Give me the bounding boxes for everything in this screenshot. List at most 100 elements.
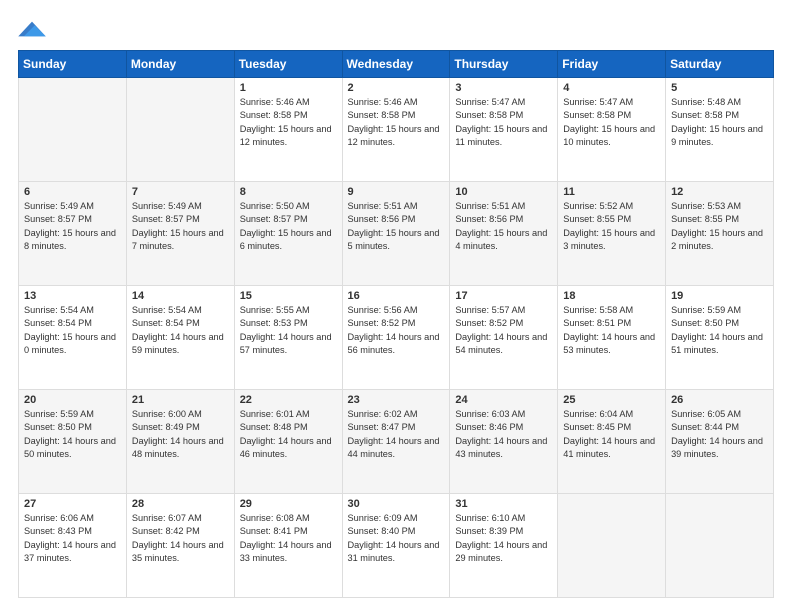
day-number: 25 <box>563 394 660 406</box>
day-number: 14 <box>132 290 229 302</box>
day-number: 8 <box>240 186 337 198</box>
weekday-header-saturday: Saturday <box>666 51 774 78</box>
day-number: 19 <box>671 290 768 302</box>
weekday-header-row: SundayMondayTuesdayWednesdayThursdayFrid… <box>19 51 774 78</box>
weekday-header-tuesday: Tuesday <box>234 51 342 78</box>
calendar-cell: 7Sunrise: 5:49 AMSunset: 8:57 PMDaylight… <box>126 182 234 286</box>
day-number: 24 <box>455 394 552 406</box>
calendar-cell: 29 Sunrise: 6:08 AMSunset: 8:41 PMDayligh… <box>234 494 342 598</box>
cell-info: Sunrise: 6:03 AMSunset: 8:46 PMDaylight:… <box>455 409 547 459</box>
week-row-0: 1Sunrise: 5:46 AMSunset: 8:58 PMDaylight… <box>19 78 774 182</box>
cell-info: Sunrise: 5:46 AMSunset: 8:58 PMDaylight:… <box>348 97 440 147</box>
day-number: 10 <box>455 186 552 198</box>
calendar-cell: 11 Sunrise: 5:52 AMSunset: 8:55 PMDayligh… <box>558 182 666 286</box>
header <box>18 18 774 40</box>
calendar-cell <box>126 78 234 182</box>
day-number: 20 <box>24 394 121 406</box>
calendar-cell: 26 Sunrise: 6:05 AMSunset: 8:44 PMDayligh… <box>666 390 774 494</box>
calendar-cell: 30Sunrise: 6:09 AMSunset: 8:40 PMDayligh… <box>342 494 450 598</box>
day-number: 15 <box>240 290 337 302</box>
day-number: 17 <box>455 290 552 302</box>
calendar-cell: 10 Sunrise: 5:51 AMSunset: 8:56 PMDayligh… <box>450 182 558 286</box>
day-number: 23 <box>348 394 445 406</box>
calendar-cell: 13 Sunrise: 5:54 AMSunset: 8:54 PMDayligh… <box>19 286 127 390</box>
cell-info: Sunrise: 5:49 AMSunset: 8:57 PMDaylight:… <box>132 201 224 251</box>
cell-info: Sunrise: 6:06 AMSunset: 8:43 PMDaylight:… <box>24 513 116 563</box>
weekday-header-wednesday: Wednesday <box>342 51 450 78</box>
calendar-cell: 31 Sunrise: 6:10 AMSunset: 8:39 PMDayligh… <box>450 494 558 598</box>
cell-info: Sunrise: 6:00 AMSunset: 8:49 PMDaylight:… <box>132 409 224 459</box>
calendar-cell <box>19 78 127 182</box>
day-number: 4 <box>563 82 660 94</box>
calendar-cell: 20 Sunrise: 5:59 AMSunset: 8:50 PMDayligh… <box>19 390 127 494</box>
day-number: 30 <box>348 498 445 510</box>
day-number: 28 <box>132 498 229 510</box>
day-number: 5 <box>671 82 768 94</box>
day-number: 13 <box>24 290 121 302</box>
calendar-cell: 23 Sunrise: 6:02 AMSunset: 8:47 PMDayligh… <box>342 390 450 494</box>
day-number: 11 <box>563 186 660 198</box>
cell-info: Sunrise: 5:59 AMSunset: 8:50 PMDaylight:… <box>671 305 763 355</box>
calendar-cell: 1Sunrise: 5:46 AMSunset: 8:58 PMDaylight… <box>234 78 342 182</box>
calendar-cell <box>666 494 774 598</box>
calendar-cell: 2Sunrise: 5:46 AMSunset: 8:58 PMDaylight… <box>342 78 450 182</box>
page: SundayMondayTuesdayWednesdayThursdayFrid… <box>0 0 792 612</box>
cell-info: Sunrise: 6:07 AMSunset: 8:42 PMDaylight:… <box>132 513 224 563</box>
calendar-cell: 19 Sunrise: 5:59 AMSunset: 8:50 PMDayligh… <box>666 286 774 390</box>
calendar-cell: 27 Sunrise: 6:06 AMSunset: 8:43 PMDayligh… <box>19 494 127 598</box>
day-number: 26 <box>671 394 768 406</box>
cell-info: Sunrise: 5:56 AMSunset: 8:52 PMDaylight:… <box>348 305 440 355</box>
cell-info: Sunrise: 5:58 AMSunset: 8:51 PMDaylight:… <box>563 305 655 355</box>
day-number: 3 <box>455 82 552 94</box>
cell-info: Sunrise: 5:54 AMSunset: 8:54 PMDaylight:… <box>24 305 116 355</box>
cell-info: Sunrise: 5:48 AMSunset: 8:58 PMDaylight:… <box>671 97 763 147</box>
calendar-cell: 28 Sunrise: 6:07 AMSunset: 8:42 PMDayligh… <box>126 494 234 598</box>
calendar-cell: 24 Sunrise: 6:03 AMSunset: 8:46 PMDayligh… <box>450 390 558 494</box>
cell-info: Sunrise: 5:54 AMSunset: 8:54 PMDaylight:… <box>132 305 224 355</box>
calendar-cell: 8 Sunrise: 5:50 AMSunset: 8:57 PMDaylight… <box>234 182 342 286</box>
logo <box>18 18 50 40</box>
cell-info: Sunrise: 5:52 AMSunset: 8:55 PMDaylight:… <box>563 201 655 251</box>
calendar-cell <box>558 494 666 598</box>
cell-info: Sunrise: 5:47 AMSunset: 8:58 PMDaylight:… <box>563 97 655 147</box>
day-number: 9 <box>348 186 445 198</box>
calendar-cell: 3 Sunrise: 5:47 AMSunset: 8:58 PMDaylight… <box>450 78 558 182</box>
cell-info: Sunrise: 5:53 AMSunset: 8:55 PMDaylight:… <box>671 201 763 251</box>
calendar-cell: 9 Sunrise: 5:51 AMSunset: 8:56 PMDaylight… <box>342 182 450 286</box>
cell-info: Sunrise: 5:50 AMSunset: 8:57 PMDaylight:… <box>240 201 332 251</box>
calendar-cell: 14 Sunrise: 5:54 AMSunset: 8:54 PMDayligh… <box>126 286 234 390</box>
calendar-cell: 16 Sunrise: 5:56 AMSunset: 8:52 PMDayligh… <box>342 286 450 390</box>
day-number: 6 <box>24 186 121 198</box>
cell-info: Sunrise: 5:47 AMSunset: 8:58 PMDaylight:… <box>455 97 547 147</box>
weekday-header-friday: Friday <box>558 51 666 78</box>
cell-info: Sunrise: 6:02 AMSunset: 8:47 PMDaylight:… <box>348 409 440 459</box>
calendar-cell: 25 Sunrise: 6:04 AMSunset: 8:45 PMDayligh… <box>558 390 666 494</box>
day-number: 29 <box>240 498 337 510</box>
weekday-header-sunday: Sunday <box>19 51 127 78</box>
weekday-header-thursday: Thursday <box>450 51 558 78</box>
cell-info: Sunrise: 6:08 AMSunset: 8:41 PMDaylight:… <box>240 513 332 563</box>
cell-info: Sunrise: 5:49 AMSunset: 8:57 PMDaylight:… <box>24 201 116 251</box>
day-number: 27 <box>24 498 121 510</box>
calendar-table: SundayMondayTuesdayWednesdayThursdayFrid… <box>18 50 774 598</box>
day-number: 18 <box>563 290 660 302</box>
week-row-4: 27 Sunrise: 6:06 AMSunset: 8:43 PMDayligh… <box>19 494 774 598</box>
calendar-cell: 12 Sunrise: 5:53 AMSunset: 8:55 PMDayligh… <box>666 182 774 286</box>
cell-info: Sunrise: 5:51 AMSunset: 8:56 PMDaylight:… <box>455 201 547 251</box>
cell-info: Sunrise: 5:59 AMSunset: 8:50 PMDaylight:… <box>24 409 116 459</box>
cell-info: Sunrise: 5:51 AMSunset: 8:56 PMDaylight:… <box>348 201 440 251</box>
day-number: 16 <box>348 290 445 302</box>
calendar-cell: 21Sunrise: 6:00 AMSunset: 8:49 PMDayligh… <box>126 390 234 494</box>
cell-info: Sunrise: 6:01 AMSunset: 8:48 PMDaylight:… <box>240 409 332 459</box>
cell-info: Sunrise: 6:04 AMSunset: 8:45 PMDaylight:… <box>563 409 655 459</box>
calendar-cell: 4 Sunrise: 5:47 AMSunset: 8:58 PMDaylight… <box>558 78 666 182</box>
cell-info: Sunrise: 6:10 AMSunset: 8:39 PMDaylight:… <box>455 513 547 563</box>
calendar-cell: 18 Sunrise: 5:58 AMSunset: 8:51 PMDayligh… <box>558 286 666 390</box>
day-number: 31 <box>455 498 552 510</box>
cell-info: Sunrise: 5:46 AMSunset: 8:58 PMDaylight:… <box>240 97 332 147</box>
week-row-2: 13 Sunrise: 5:54 AMSunset: 8:54 PMDayligh… <box>19 286 774 390</box>
calendar-cell: 15Sunrise: 5:55 AMSunset: 8:53 PMDayligh… <box>234 286 342 390</box>
logo-icon <box>18 18 46 40</box>
cell-info: Sunrise: 6:05 AMSunset: 8:44 PMDaylight:… <box>671 409 763 459</box>
day-number: 12 <box>671 186 768 198</box>
